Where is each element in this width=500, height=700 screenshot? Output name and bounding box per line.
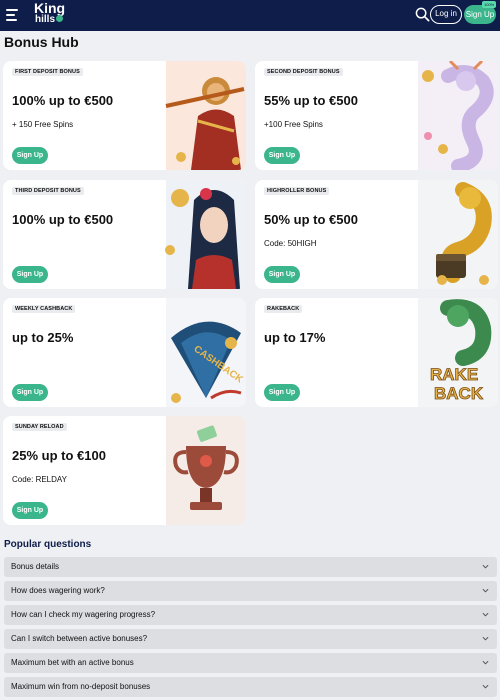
card-headline: up to 17% xyxy=(264,330,326,345)
bonus-card-second-deposit: SECOND DEPOSIT BONUS 55% up to €500 +100… xyxy=(255,61,498,170)
faq-question: Maximum bet with an active bonus xyxy=(11,658,134,667)
card-headline: 25% up to €100 xyxy=(12,448,106,463)
rake-art-text: RAKE xyxy=(430,365,478,384)
bonus-card-weekly-cashback: CASHBACK WEEKLY CASHBACK up to 25% Sign … xyxy=(3,298,246,407)
signup-bonus-badge: 100% xyxy=(482,1,497,8)
card-tag: HIGHROLLER BONUS xyxy=(264,187,330,195)
search-icon[interactable] xyxy=(415,7,430,22)
dragon-icon xyxy=(418,61,498,170)
faq-item[interactable]: How can I check my wagering progress? xyxy=(4,605,497,625)
chevron-down-icon xyxy=(482,588,489,593)
faq-question: Can I switch between active bonuses? xyxy=(11,634,148,643)
geisha-icon xyxy=(165,180,246,289)
monkey-king-icon xyxy=(165,61,246,170)
chevron-down-icon xyxy=(482,564,489,569)
signup-button[interactable]: Sign Up xyxy=(12,384,48,401)
signup-button[interactable]: Sign Up xyxy=(12,502,48,519)
signup-button[interactable]: Sign Up xyxy=(12,266,48,283)
logo-line2: hills xyxy=(35,14,56,25)
page-title: Bonus Hub xyxy=(4,34,79,50)
rakeback-dragon-icon: RAKE BACK xyxy=(418,298,498,407)
card-subtext: +100 Free Spins xyxy=(264,120,323,129)
bonus-card-first-deposit: FIRST DEPOSIT BONUS 100% up to €500 + 15… xyxy=(3,61,246,170)
card-subtext: + 150 Free Spins xyxy=(12,120,74,129)
card-tag: THIRD DEPOSIT BONUS xyxy=(12,187,84,195)
card-subtext: Code: RELDAY xyxy=(12,475,67,484)
bonus-card-highroller: HIGHROLLER BONUS 50% up to €500 Code: 50… xyxy=(255,180,498,289)
chevron-down-icon xyxy=(482,636,489,641)
card-tag: SECOND DEPOSIT BONUS xyxy=(264,68,343,76)
signup-button[interactable]: Sign Up xyxy=(264,384,300,401)
logo-line1: King xyxy=(34,0,66,16)
hamburger-menu-icon[interactable] xyxy=(6,9,18,21)
logo-dot-icon xyxy=(56,15,64,22)
golden-dragon-icon xyxy=(418,180,498,289)
back-art-text: BACK xyxy=(434,384,484,403)
trophy-icon xyxy=(166,416,246,525)
bonus-card-third-deposit: THIRD DEPOSIT BONUS 100% up to €500 Sign… xyxy=(3,180,246,289)
card-subtext: Code: 50HIGH xyxy=(264,239,317,248)
faq-title: Popular questions xyxy=(4,539,92,550)
faq-question: How does wagering work? xyxy=(11,586,105,595)
chevron-down-icon xyxy=(482,684,489,689)
card-tag: WEEKLY CASHBACK xyxy=(12,305,76,313)
cashback-fan-icon: CASHBACK xyxy=(166,298,246,407)
card-headline: 50% up to €500 xyxy=(264,212,358,227)
login-button[interactable]: Log in xyxy=(430,5,462,24)
kinghills-logo[interactable]: King hills xyxy=(34,0,66,26)
chevron-down-icon xyxy=(482,612,489,617)
signup-button[interactable]: Sign Up xyxy=(12,147,48,164)
card-tag: RAKEBACK xyxy=(264,305,303,313)
card-headline: 100% up to €500 xyxy=(12,212,114,227)
signup-button[interactable]: Sign Up xyxy=(264,266,300,283)
chevron-down-icon xyxy=(482,660,489,665)
bonus-card-sunday-reload: SUNDAY RELOAD 25% up to €100 Code: RELDA… xyxy=(3,416,246,525)
bonus-card-rakeback: RAKE BACK RAKEBACK up to 17% Sign Up xyxy=(255,298,498,407)
card-tag: SUNDAY RELOAD xyxy=(12,423,67,431)
card-tag: FIRST DEPOSIT BONUS xyxy=(12,68,83,76)
faq-item[interactable]: Maximum win from no-deposit bonuses xyxy=(4,677,497,697)
faq-item[interactable]: Can I switch between active bonuses? xyxy=(4,629,497,649)
faq-question: Bonus details xyxy=(11,562,60,571)
top-header: King hills Log in Sign Up 100% xyxy=(0,0,500,31)
faq-question: Maximum win from no-deposit bonuses xyxy=(11,682,151,691)
card-headline: up to 25% xyxy=(12,330,74,345)
signup-button[interactable]: Sign Up xyxy=(264,147,300,164)
faq-item[interactable]: Bonus details xyxy=(4,557,497,577)
faq-question: How can I check my wagering progress? xyxy=(11,610,156,619)
card-headline: 55% up to €500 xyxy=(264,93,358,108)
faq-item[interactable]: How does wagering work? xyxy=(4,581,497,601)
faq-item[interactable]: Maximum bet with an active bonus xyxy=(4,653,497,673)
card-headline: 100% up to €500 xyxy=(12,93,114,108)
